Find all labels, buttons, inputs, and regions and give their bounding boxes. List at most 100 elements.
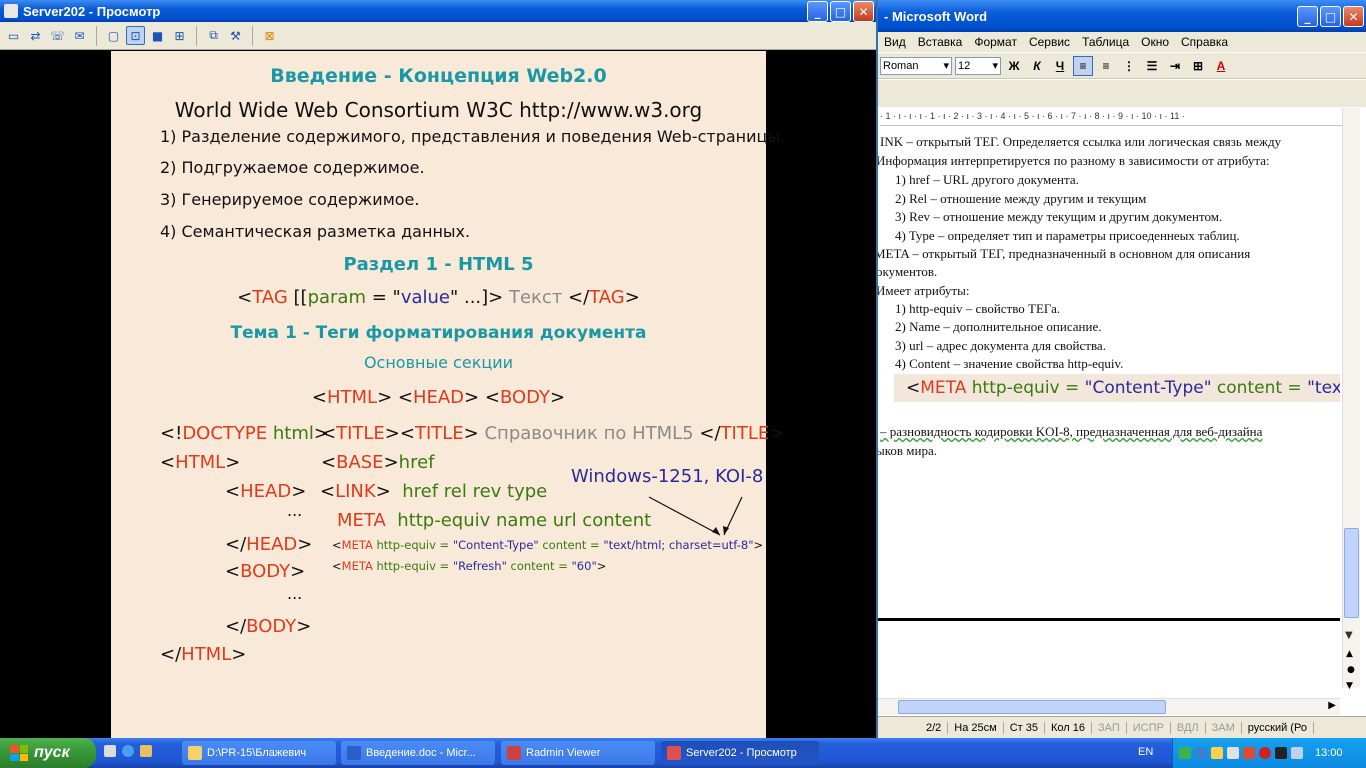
section-heading: Раздел 1 - HTML 5 — [343, 254, 534, 275]
menu-insert[interactable]: Вставка — [912, 35, 969, 49]
settings-icon[interactable]: ⚒ — [226, 26, 245, 45]
numbered-list-icon[interactable]: ⋮ — [1119, 56, 1139, 76]
explorer-icon[interactable] — [140, 745, 152, 757]
taskbar-folder[interactable]: D:\PR-15\Блажевич — [182, 741, 336, 765]
view-fit-icon[interactable]: ⊡ — [126, 26, 145, 45]
menu-tools[interactable]: Сервис — [1023, 35, 1076, 49]
start-label: пуск — [34, 744, 70, 761]
vertical-scrollbar[interactable]: ▼ ▲ ● ▼ — [1342, 108, 1360, 691]
base-line: <BASE>href — [321, 452, 435, 473]
doc-line: 1) href – URL другого документа. — [895, 172, 1079, 187]
minimize-button[interactable]: _ — [807, 1, 828, 22]
italic-button[interactable]: К — [1027, 56, 1047, 76]
scroll-right-icon[interactable]: ▶ — [1328, 700, 1336, 711]
app-tray-icon[interactable] — [1291, 747, 1303, 759]
chevron-down-icon: ▾ — [943, 60, 949, 72]
doc-line: ыков мира. — [878, 443, 937, 458]
antivirus-icon[interactable] — [1243, 747, 1255, 759]
scroll-thumb[interactable] — [1344, 528, 1359, 618]
presentation-slide: Введение - Концепция Web2.0 World Wide W… — [111, 51, 785, 738]
view-normal-icon[interactable]: ▢ — [104, 26, 123, 45]
close-button[interactable]: ✕ — [853, 1, 874, 22]
fullscreen-icon[interactable]: ■ — [148, 26, 167, 45]
grid-icon[interactable]: ⊞ — [170, 26, 189, 45]
taskbar-radmin[interactable]: Radmin Viewer — [501, 741, 655, 765]
indent-icon[interactable]: ⇥ — [1165, 56, 1185, 76]
minimize-button[interactable]: _ — [1297, 6, 1318, 27]
tag-syntax: <TAG [[param = "value" ...]> Текст </TAG… — [237, 287, 640, 308]
body-close-line: </BODY> — [225, 616, 312, 637]
topic-heading: Тема 1 - Теги форматирования документа — [230, 323, 647, 343]
scroll-down-icon[interactable]: ▼ — [1345, 630, 1353, 641]
menu-table[interactable]: Таблица — [1076, 35, 1135, 49]
phone-icon[interactable]: ☏ — [48, 26, 67, 45]
font-size-select[interactable]: 12 ▾ — [955, 56, 1001, 75]
quick-launch — [104, 745, 152, 757]
doc-line: 3) url – адрес документа для свойства. — [895, 338, 1106, 353]
maximize-button[interactable]: □ — [830, 1, 851, 22]
ellipsis: ... — [287, 501, 303, 520]
word-titlebar[interactable]: - Microsoft Word _ □ ✕ — [878, 0, 1366, 32]
align-left-icon[interactable]: ≡ — [1073, 55, 1093, 76]
system-tray: 13:00 — [1172, 738, 1366, 768]
copy-icon[interactable]: ⧉ — [204, 26, 223, 45]
close-button[interactable]: ✕ — [1343, 6, 1364, 27]
browse-object-icon[interactable]: ● — [1347, 665, 1355, 675]
internet-explorer-icon[interactable] — [122, 745, 134, 757]
maximize-button[interactable]: □ — [1320, 6, 1341, 27]
network-icon[interactable] — [1179, 747, 1191, 759]
doc-line: INK – открытый ТЕГ. Определяется ссылка … — [880, 134, 1282, 149]
next-page-icon[interactable]: ▼ — [1346, 681, 1353, 691]
menu-window[interactable]: Окно — [1135, 35, 1175, 49]
bold-button[interactable]: Ж — [1004, 56, 1024, 76]
volume-icon[interactable] — [1227, 747, 1239, 759]
chat-icon[interactable]: ✉ — [70, 26, 89, 45]
doc-line: 2) Name – дополнительное описание. — [895, 319, 1102, 334]
media-icon[interactable] — [1275, 747, 1287, 759]
font-color-icon[interactable]: A — [1211, 56, 1231, 76]
hscroll-thumb[interactable] — [898, 700, 1166, 714]
security-icon[interactable] — [1211, 747, 1223, 759]
status-extend[interactable]: ВДЛ — [1171, 721, 1206, 734]
link-line: <LINK> href rel rev type — [320, 481, 548, 502]
radmin-toolbar: ▭ ⇄ ☏ ✉ ▢ ⊡ ■ ⊞ ⧉ ⚒ ⊠ — [0, 22, 876, 50]
status-overtype[interactable]: ЗАМ — [1206, 721, 1242, 734]
menu-view[interactable]: Вид — [878, 35, 912, 49]
borders-icon[interactable]: ⊞ — [1188, 56, 1208, 76]
font-name-select[interactable]: Roman ▾ — [880, 56, 952, 75]
language-indicator[interactable]: EN — [1138, 746, 1153, 758]
align-center-icon[interactable]: ≡ — [1096, 56, 1116, 76]
underline-button[interactable]: Ч — [1050, 56, 1070, 76]
monitor-icon[interactable]: ▭ — [4, 26, 23, 45]
document-body[interactable]: INK – открытый ТЕГ. Определяется ссылка … — [878, 128, 1340, 618]
opera-icon[interactable] — [1259, 747, 1271, 759]
horizontal-scrollbar[interactable]: ▶ — [878, 698, 1340, 715]
status-col: Кол 16 — [1045, 721, 1092, 734]
meta-snippet-image: <META http-equiv = "Content-Type" conten… — [894, 374, 1340, 402]
status-rec[interactable]: ЗАП — [1092, 721, 1127, 734]
radmin-titlebar[interactable]: Server202 - Просмотр _ □ ✕ — [0, 0, 876, 22]
doc-line: окументов. — [878, 264, 938, 279]
document-lower — [878, 621, 1340, 698]
close-connection-icon[interactable]: ⊠ — [260, 26, 279, 45]
menu-help[interactable]: Справка — [1175, 35, 1234, 49]
meta-example-2: <META http-equiv = "Refresh" content = "… — [332, 559, 607, 573]
doc-line: 3) Rev – отношение между текущим и други… — [895, 209, 1223, 224]
taskbar-server202[interactable]: Server202 - Просмотр — [661, 741, 819, 765]
arrow-lines — [648, 496, 743, 536]
doc-line: – разновидность кодировки KOI-8, предназ… — [880, 424, 1263, 439]
show-desktop-icon[interactable] — [104, 745, 116, 757]
display-icon[interactable] — [1195, 747, 1207, 759]
prev-page-icon[interactable]: ▲ — [1346, 649, 1353, 659]
remote-control-icon[interactable]: ⇄ — [26, 26, 45, 45]
formatting-toolbar: Roman ▾ 12 ▾ Ж К Ч ≡ ≡ ⋮ ☰ ⇥ ⊞ A — [878, 53, 1366, 79]
start-button[interactable]: пуск — [0, 738, 96, 768]
list-item: 3) Генерируемое содержимое. — [160, 190, 420, 209]
slide-title: Введение - Концепция Web2.0 — [270, 65, 607, 87]
head-close-line: </HEAD> — [225, 534, 313, 555]
status-track[interactable]: ИСПР — [1127, 721, 1171, 734]
menu-format[interactable]: Формат — [968, 35, 1023, 49]
clock[interactable]: 13:00 — [1315, 747, 1343, 759]
taskbar-word[interactable]: Введение.doc - Micr... — [341, 741, 495, 765]
bullet-list-icon[interactable]: ☰ — [1142, 56, 1162, 76]
